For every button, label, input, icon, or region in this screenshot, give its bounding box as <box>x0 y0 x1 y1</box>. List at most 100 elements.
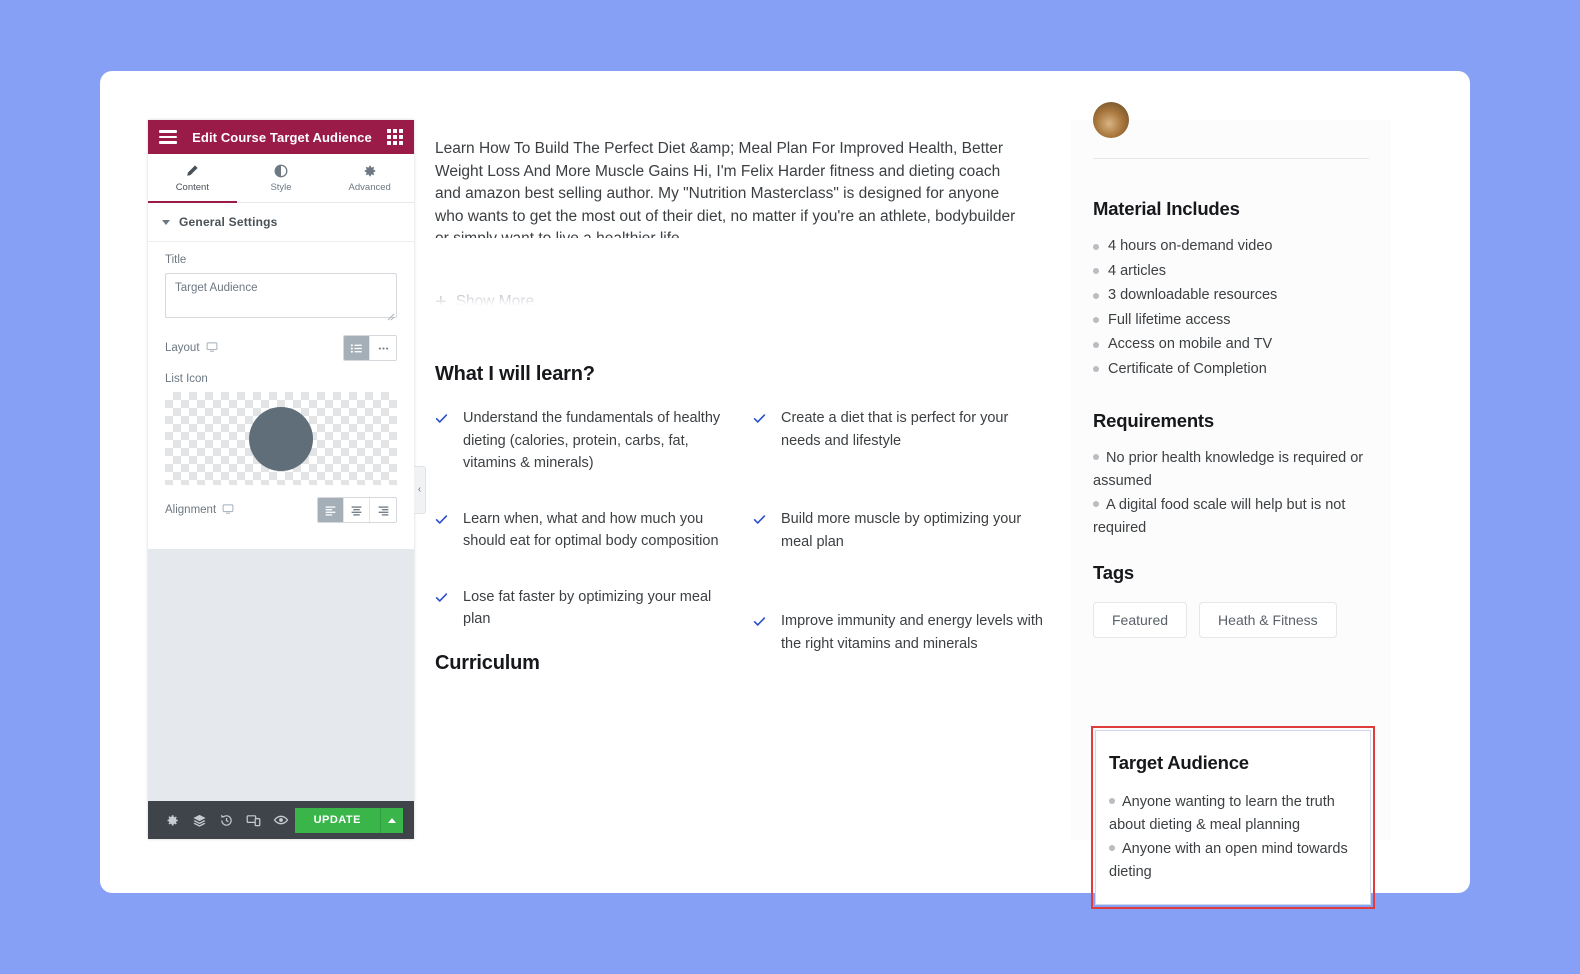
hamburger-menu-icon[interactable] <box>159 130 177 144</box>
list-item: Anyone wanting to learn the truth about … <box>1109 791 1357 836</box>
requirements-block: Requirements No prior health knowledge i… <box>1093 410 1383 541</box>
align-right-icon[interactable] <box>370 498 396 522</box>
title-label: Title <box>165 254 187 266</box>
alignment-button-group <box>317 497 397 523</box>
learn-item: Lose fat faster by optimizing your meal … <box>435 586 735 631</box>
list-item: Certificate of Completion <box>1093 358 1375 381</box>
tag-pill[interactable]: Heath & Fitness <box>1199 602 1337 638</box>
list-icon-label: List Icon <box>165 373 208 385</box>
elementor-editor-panel: Edit Course Target Audience Content Styl… <box>148 120 414 839</box>
list-item-text: Anyone wanting to learn the truth about … <box>1109 794 1335 833</box>
list-item: Access on mobile and TV <box>1093 333 1375 356</box>
layout-button-group <box>343 335 397 361</box>
layout-option-more[interactable] <box>370 336 396 360</box>
list-item: 4 hours on-demand video <box>1093 235 1375 258</box>
list-item-text: A digital food scale will help but is no… <box>1093 497 1346 536</box>
target-audience-heading: Target Audience <box>1109 752 1249 773</box>
control-alignment: Alignment <box>148 485 414 535</box>
course-description-block: Learn How To Build The Perfect Diet &amp… <box>435 138 1025 312</box>
list-icon-media-preview[interactable] <box>165 392 397 485</box>
avatar <box>1093 102 1129 138</box>
title-input[interactable] <box>165 273 397 318</box>
panel-footer: UPDATE <box>148 801 414 839</box>
what-i-will-learn-block: What I will learn? Understand the fundam… <box>435 363 1055 680</box>
bullet-icon <box>1093 317 1099 323</box>
tags-heading: Tags <box>1093 562 1135 583</box>
tag-pill[interactable]: Featured <box>1093 602 1188 638</box>
panel-title: Edit Course Target Audience <box>192 129 372 145</box>
align-left-icon[interactable] <box>318 498 344 522</box>
layers-icon[interactable] <box>186 801 213 839</box>
learn-item: Improve immunity and energy levels with … <box>753 610 1043 655</box>
learn-item-text: Create a diet that is perfect for your n… <box>781 410 1009 449</box>
target-audience-widget-selected[interactable]: Target Audience Anyone wanting to learn … <box>1091 726 1375 909</box>
list-item-text: No prior health knowledge is required or… <box>1093 450 1364 489</box>
tab-content-label: Content <box>175 181 209 193</box>
panel-empty-area <box>148 549 414 801</box>
what-i-will-learn-heading: What I will learn? <box>435 363 595 385</box>
panel-tabs: Content Style Advanced <box>148 154 414 203</box>
material-includes-list: 4 hours on-demand video 4 articles 3 dow… <box>1093 235 1375 380</box>
target-audience-list: Anyone wanting to learn the truth about … <box>1109 791 1357 883</box>
bullet-icon <box>1093 243 1099 250</box>
panel-header: Edit Course Target Audience <box>148 120 414 154</box>
check-icon <box>753 511 766 553</box>
panel-collapse-handle[interactable]: ‹ <box>414 466 426 514</box>
desktop-icon[interactable] <box>222 503 234 518</box>
plus-icon: + <box>435 291 447 313</box>
caret-up-icon <box>388 817 396 823</box>
learn-column-right: Create a diet that is perfect for your n… <box>753 407 1043 680</box>
list-item: 4 articles <box>1093 260 1375 283</box>
curriculum-heading: Curriculum <box>435 652 540 674</box>
tab-content[interactable]: Content <box>148 154 237 203</box>
list-item-text: 3 downloadable resources <box>1108 287 1278 303</box>
list-item-text: 4 hours on-demand video <box>1108 238 1273 254</box>
list-item: Anyone with an open mind towards dieting <box>1109 838 1357 883</box>
layout-label: Layout <box>165 342 200 354</box>
settings-gear-icon[interactable] <box>159 801 186 839</box>
desktop-icon[interactable] <box>206 341 218 356</box>
show-more-button[interactable]: + Show More <box>435 292 1025 312</box>
list-item: Full lifetime access <box>1093 309 1375 332</box>
layout-option-list-view[interactable] <box>344 336 370 360</box>
update-button-group: UPDATE <box>294 807 403 833</box>
bullet-icon <box>1109 845 1115 852</box>
learn-item: Learn when, what and how much you should… <box>435 508 735 553</box>
preview-canvas: Learn How To Build The Perfect Diet &amp… <box>414 102 1470 909</box>
history-icon[interactable] <box>213 801 240 839</box>
align-center-icon[interactable] <box>344 498 370 522</box>
check-icon <box>435 410 448 475</box>
tab-style[interactable]: Style <box>237 154 326 202</box>
course-description-text: Learn How To Build The Perfect Diet &amp… <box>435 140 1016 238</box>
update-button[interactable]: UPDATE <box>294 807 380 833</box>
section-general-settings-label: General Settings <box>179 215 278 229</box>
check-icon <box>435 589 448 631</box>
bullet-icon <box>1109 798 1115 805</box>
contrast-circle-icon <box>274 164 288 178</box>
gear-icon <box>363 164 377 178</box>
tab-advanced[interactable]: Advanced <box>325 154 414 202</box>
preview-eye-icon[interactable] <box>267 801 294 839</box>
bullet-icon <box>1093 268 1099 274</box>
learn-item: Build more muscle by optimizing your mea… <box>753 508 1043 553</box>
responsive-mode-icon[interactable] <box>240 801 267 839</box>
learn-column-left: Understand the fundamentals of healthy d… <box>435 407 735 680</box>
check-icon <box>753 410 766 452</box>
pencil-icon <box>185 164 199 178</box>
learn-item-text: Improve immunity and energy levels with … <box>781 613 1043 652</box>
list-item-text: Full lifetime access <box>1108 311 1231 328</box>
learn-item-text: Learn when, what and how much you should… <box>463 510 719 550</box>
grid-icon[interactable] <box>387 129 403 145</box>
show-more-label: Show More <box>455 293 535 310</box>
learn-item-text: Lose fat faster by optimizing your meal … <box>463 588 712 628</box>
bullet-icon <box>1093 341 1099 348</box>
update-options-caret-icon[interactable] <box>380 807 403 833</box>
section-general-settings[interactable]: General Settings <box>148 203 414 242</box>
control-list-icon: List Icon <box>148 361 414 485</box>
learn-item-text: Build more muscle by optimizing your mea… <box>781 511 1022 550</box>
list-item-text: Certificate of Completion <box>1108 360 1267 377</box>
check-icon <box>753 613 766 655</box>
control-title: Title <box>148 242 414 323</box>
tags-block: Tags Featured Heath & Fitness <box>1093 562 1375 638</box>
alignment-label: Alignment <box>165 504 217 516</box>
